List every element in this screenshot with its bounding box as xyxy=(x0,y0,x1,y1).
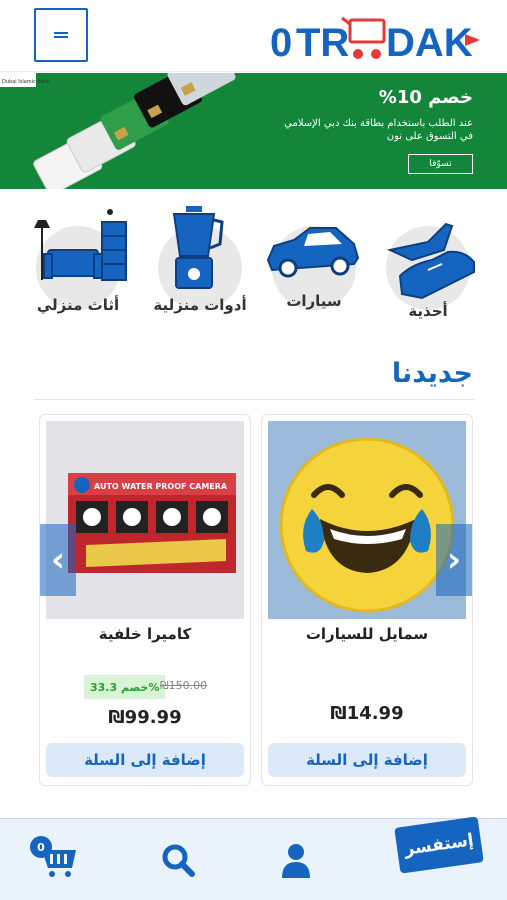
hamburger-icon xyxy=(54,30,68,40)
old-price: ₪150.00 xyxy=(160,679,208,692)
chevron-right-icon[interactable]: › xyxy=(436,524,472,596)
shoe-icon xyxy=(386,222,475,300)
category-label: سيارات xyxy=(286,292,342,310)
box-text: AUTO WATER PROOF CAMERA xyxy=(94,482,228,491)
svg-text:TR: TR xyxy=(296,21,349,65)
banner-shop-button[interactable]: تسوّقا xyxy=(408,154,473,174)
category-row: أحذية سيارات أدوات منزلية أثاث منزلي xyxy=(0,196,507,346)
section-title: جديدنا xyxy=(391,358,473,389)
logo[interactable]: 0 TR DAK xyxy=(270,10,480,66)
add-to-cart-button[interactable]: إضافة إلى السلة xyxy=(46,743,244,777)
add-to-cart-button[interactable]: إضافة إلى السلة xyxy=(268,743,466,777)
banner-title: خصم 10% xyxy=(378,87,473,108)
chevron-left-icon[interactable]: ‹ xyxy=(40,524,76,596)
header: 0 TR DAK xyxy=(0,0,507,72)
discount-badge: خصم 33.3% xyxy=(84,675,166,699)
menu-button[interactable] xyxy=(34,8,88,62)
category-label: أثاث منزلي xyxy=(36,296,120,314)
search-icon[interactable] xyxy=(160,842,196,878)
svg-text:0: 0 xyxy=(270,21,292,65)
product-price: ₪14.99 xyxy=(330,703,404,724)
category-shoes[interactable]: أحذية xyxy=(378,196,478,336)
car-icon xyxy=(266,227,360,278)
category-label: أدوات منزلية xyxy=(153,296,247,314)
svg-text:DAK: DAK xyxy=(386,21,473,65)
category-furniture[interactable]: أثاث منزلي xyxy=(28,196,128,336)
category-label: أحذية xyxy=(408,302,448,320)
furniture-icon xyxy=(34,209,127,281)
blender-icon xyxy=(172,206,224,289)
banner-text: عند الطلب باستخدام بطاقة بنك دبي الإسلام… xyxy=(284,118,473,142)
product-price: ₪99.99 xyxy=(108,707,182,728)
bank-logo-text: Dubai Islamic Bank xyxy=(2,79,50,85)
category-home-tools[interactable]: أدوات منزلية xyxy=(150,196,250,336)
product-name[interactable]: كاميرا خلفية xyxy=(40,625,250,643)
credit-cards-image: Dubai Islamic Bank xyxy=(0,73,236,189)
product-card[interactable]: سمايل للسيارات ₪14.99 إضافة إلى السلة xyxy=(261,414,473,786)
divider xyxy=(34,399,474,400)
product-name[interactable]: سمايل للسيارات xyxy=(262,625,472,643)
cart-count-badge: 0 xyxy=(30,836,52,858)
category-cars[interactable]: سيارات xyxy=(264,196,364,336)
product-card[interactable]: AUTO WATER PROOF CAMERA كاميرا خلفية خصم… xyxy=(39,414,251,786)
user-icon[interactable] xyxy=(280,842,312,878)
